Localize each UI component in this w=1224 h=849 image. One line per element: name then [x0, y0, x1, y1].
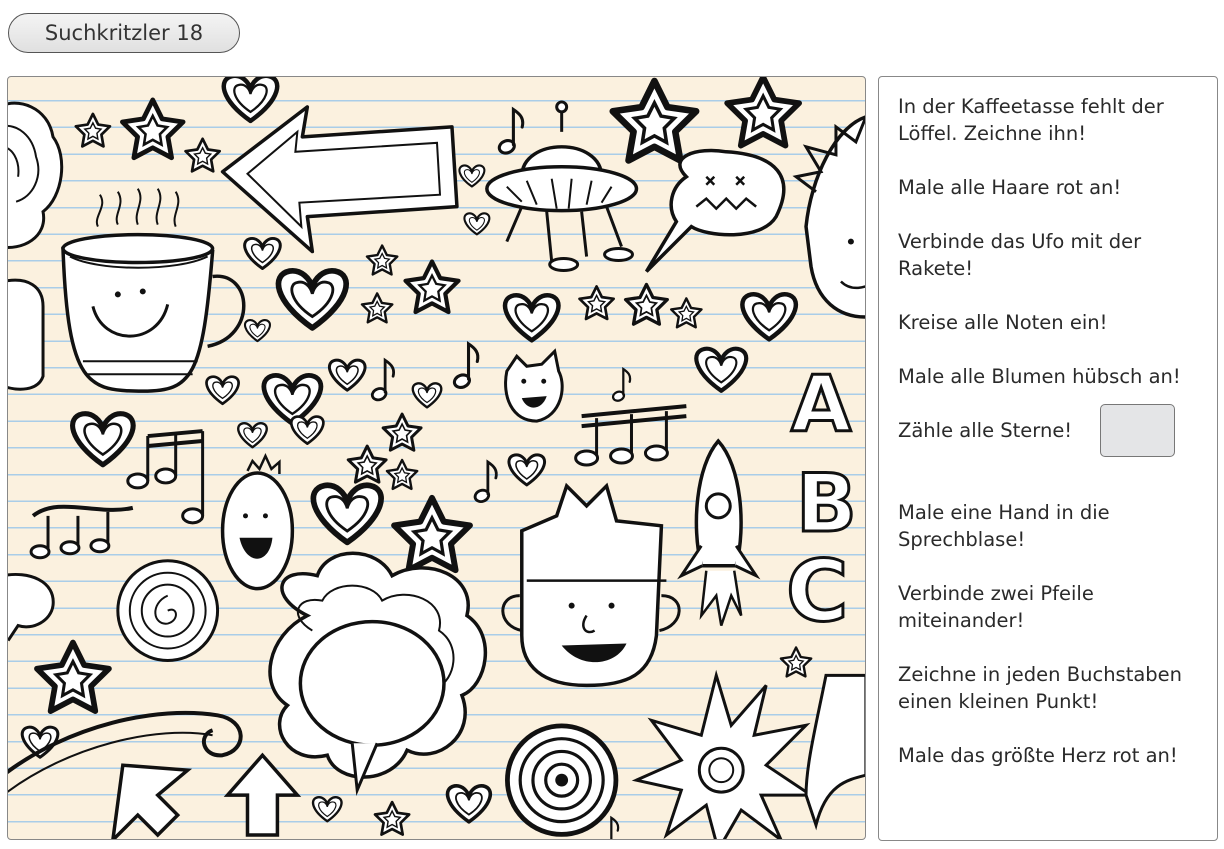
boy-face-right: [792, 115, 865, 319]
speech-bubble-left: [8, 573, 55, 642]
task-color-hair: Male alle Haare rot an!: [898, 176, 1122, 199]
jar-doodle: [8, 278, 45, 391]
worksheet-title: Suchkritzler 18: [8, 13, 240, 53]
cat-face: [504, 348, 564, 423]
coffee-cup: [61, 188, 246, 393]
big-arrow: [220, 105, 459, 254]
task-color-biggest-heart: Male das größte Herz rot an!: [898, 744, 1178, 767]
swirl-cloud-left: [8, 101, 64, 249]
task-coffee-spoon: In der Kaffeetasse fehlt der Löffel. Zei…: [898, 95, 1164, 145]
ufo-doodle: [485, 100, 639, 272]
rocket-doodle: [677, 438, 761, 626]
boy-face-center: [501, 482, 681, 688]
task-connect-ufo: Verbinde das Ufo mit der Rakete!: [898, 230, 1142, 280]
star-count-answer-box[interactable]: [1100, 404, 1175, 457]
task-panel: In der Kaffeetasse fehlt der Löffel. Zei…: [878, 76, 1218, 841]
doodle-illustration: A B C: [8, 77, 865, 839]
speech-bubble-small: [644, 148, 786, 273]
task-circle-notes: Kreise alle Noten ein!: [898, 311, 1108, 334]
task-connect-arrows: Verbinde zwei Pfeile miteinander!: [898, 582, 1094, 632]
letter-a: A: [791, 360, 851, 450]
heart-doodle: [224, 77, 277, 121]
letter-c: C: [786, 542, 848, 641]
abc-letters: A B C: [785, 359, 859, 642]
flower-speech-bubble: [268, 551, 488, 797]
worksheet-title-text: Suchkritzler 18: [44, 21, 204, 45]
task-letter-dots: Zeichne in jeden Buchstaben einen kleine…: [898, 663, 1183, 713]
egg-face: [220, 453, 295, 591]
task-draw-hand: Male eine Hand in die Sprechblase!: [898, 501, 1110, 551]
task-color-flowers: Male alle Blumen hübsch an!: [898, 365, 1181, 388]
flower-doodle-1: [507, 726, 616, 835]
bubble-right-edge: [804, 673, 865, 831]
doodle-picture: A B C: [7, 76, 866, 840]
spiral-doodle: [116, 559, 220, 662]
flower-doodle-2: [631, 669, 816, 839]
letter-b: B: [796, 457, 857, 550]
